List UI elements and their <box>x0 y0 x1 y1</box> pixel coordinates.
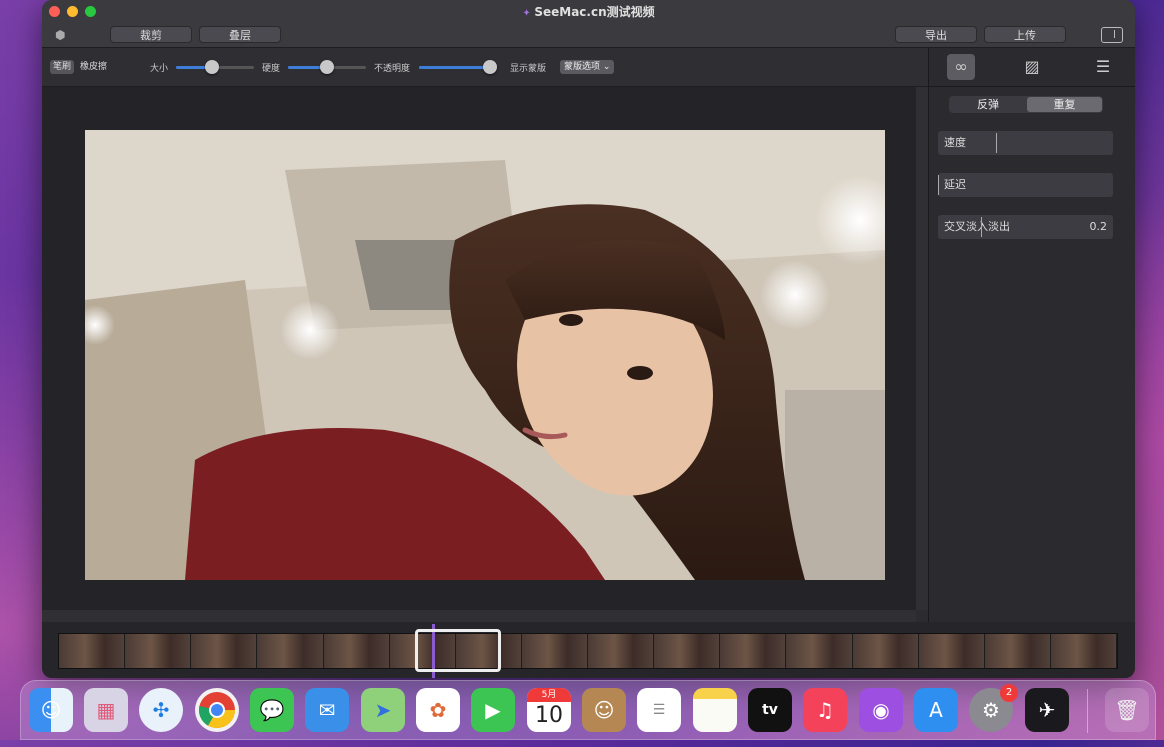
brush-tab[interactable]: 笔刷 <box>50 60 75 74</box>
app-icon: ✦ <box>522 8 531 19</box>
timeline-frame <box>521 634 588 668</box>
maps-icon[interactable]: ➤ <box>361 688 405 732</box>
mask-options-dropdown[interactable]: 蒙版选项 ⌄ <box>560 60 615 74</box>
timeline-frame <box>786 634 853 668</box>
panel-divider <box>929 86 1135 87</box>
horizontal-scrollbar[interactable] <box>42 610 916 622</box>
crop-button[interactable]: 裁剪 <box>110 26 192 43</box>
opacity-slider-fill <box>419 66 491 69</box>
size-slider-knob[interactable] <box>205 60 219 74</box>
timeline-frame <box>588 634 655 668</box>
timeline[interactable] <box>42 622 1135 678</box>
calendar-day: 10 <box>535 703 563 728</box>
opacity-slider-knob[interactable] <box>483 60 497 74</box>
music-icon[interactable]: ♫ <box>803 688 847 732</box>
adjustments-tab-sliders-icon[interactable]: ☰ <box>1089 54 1117 80</box>
timeline-frame <box>1050 634 1117 668</box>
crossfade-value: 0.2 <box>1089 220 1108 233</box>
layer-button[interactable]: 叠层 <box>199 26 281 43</box>
crossfade-field[interactable]: 交叉淡入淡出 0.2 <box>938 215 1113 239</box>
settings-badge: 2 <box>1000 684 1018 702</box>
dock-separator <box>1087 689 1088 733</box>
system-preferences-icon[interactable]: ⚙ 2 <box>969 684 1018 732</box>
hummingbird-app-icon[interactable]: ✈ <box>1025 688 1069 732</box>
repeat-option[interactable]: 重复 <box>1027 97 1102 112</box>
timeline-frame <box>257 634 324 668</box>
title-bar: ✦ SeeMac.cn测试视频 ⬢ 裁剪 叠层 导出 上传 <box>42 0 1135 48</box>
window-title: ✦ SeeMac.cn测试视频 <box>42 3 1135 20</box>
brush-toolbar: 笔刷 橡皮擦 大小 硬度 不透明度 显示蒙版 蒙版选项 ⌄ <box>42 48 928 87</box>
delay-label: 延迟 <box>944 178 966 191</box>
hardness-slider-knob[interactable] <box>320 60 334 74</box>
timeline-frame <box>984 634 1051 668</box>
timeline-filmstrip[interactable] <box>58 633 1118 669</box>
facetime-icon[interactable]: ▶ <box>471 688 515 732</box>
messages-icon[interactable]: 💬 <box>250 688 294 732</box>
apple-tv-icon[interactable]: tv <box>748 688 792 732</box>
dock: ☺ ▦ ✣ 💬 ✉ ➤ ✿ ▶ 5月 10 ☺ ☰ tv ♫ ◉ A ⚙ 2 ✈… <box>20 680 1156 740</box>
launchpad-icon[interactable]: ▦ <box>84 688 128 732</box>
calendar-icon[interactable]: 5月 10 <box>527 688 571 732</box>
contacts-icon[interactable]: ☺ <box>582 688 626 732</box>
calendar-month: 5月 <box>527 688 571 702</box>
mail-icon[interactable]: ✉ <box>305 688 349 732</box>
eraser-tab[interactable]: 橡皮擦 <box>77 60 110 74</box>
timeline-frame <box>654 634 721 668</box>
right-panel: ∞ ▨ ☰ 反弹 重复 速度 延迟 交叉淡入淡出 0.2 <box>928 48 1135 622</box>
speed-label: 速度 <box>944 136 966 149</box>
opacity-slider[interactable] <box>419 60 497 74</box>
size-label: 大小 <box>150 64 169 74</box>
canvas-area[interactable] <box>42 87 916 610</box>
hardness-slider[interactable] <box>288 60 366 74</box>
sidebar-toggle-icon[interactable] <box>1101 27 1123 43</box>
speed-marker[interactable] <box>996 133 997 153</box>
image-tab-picture-icon[interactable]: ▨ <box>1018 54 1046 80</box>
trash-icon[interactable]: 🗑 <box>1105 688 1149 732</box>
opacity-label: 不透明度 <box>374 64 411 74</box>
video-preview-image <box>85 130 885 580</box>
finder-icon[interactable]: ☺ <box>29 688 73 732</box>
delay-marker[interactable] <box>938 175 939 195</box>
hardness-label: 硬度 <box>262 64 281 74</box>
app-store-icon[interactable]: A <box>914 688 958 732</box>
reminders-icon[interactable]: ☰ <box>637 688 681 732</box>
preview-photo-illustration <box>85 130 885 580</box>
photos-icon[interactable]: ✿ <box>416 688 460 732</box>
notes-icon[interactable] <box>693 688 737 732</box>
chevron-down-icon: ⌄ <box>602 62 611 72</box>
mask-options-text: 蒙版选项 <box>564 62 601 72</box>
timeline-frame <box>125 634 192 668</box>
apple-tv-label: tv <box>762 702 778 718</box>
loop-tab-infinity-icon[interactable]: ∞ <box>947 54 975 80</box>
podcasts-icon[interactable]: ◉ <box>859 688 903 732</box>
timeline-frame <box>720 634 787 668</box>
timeline-frame <box>852 634 919 668</box>
crossfade-marker[interactable] <box>981 217 982 237</box>
timeline-frame <box>918 634 985 668</box>
window-title-text: SeeMac.cn测试视频 <box>534 5 655 19</box>
vertical-scrollbar[interactable] <box>916 87 928 610</box>
timeline-frame <box>59 634 126 668</box>
safari-icon[interactable]: ✣ <box>139 688 183 732</box>
size-slider[interactable] <box>176 60 254 74</box>
delay-field[interactable]: 延迟 <box>938 173 1113 197</box>
app-logo-icon[interactable]: ⬢ <box>55 28 71 42</box>
timeline-frame <box>323 634 390 668</box>
show-mask-label: 显示蒙版 <box>510 64 547 74</box>
app-window: ✦ SeeMac.cn测试视频 ⬢ 裁剪 叠层 导出 上传 笔刷 橡皮擦 大小 硬… <box>42 0 1135 678</box>
timeline-selection-range[interactable] <box>415 629 501 672</box>
chrome-logo <box>198 692 235 729</box>
export-button[interactable]: 导出 <box>895 26 977 43</box>
upload-button[interactable]: 上传 <box>984 26 1066 43</box>
crossfade-label: 交叉淡入淡出 <box>944 220 1010 233</box>
loop-mode-segmented: 反弹 重复 <box>949 96 1103 113</box>
timeline-frame <box>191 634 258 668</box>
bounce-option[interactable]: 反弹 <box>950 97 1026 112</box>
chrome-icon[interactable] <box>195 688 239 732</box>
speed-field[interactable]: 速度 <box>938 131 1113 155</box>
